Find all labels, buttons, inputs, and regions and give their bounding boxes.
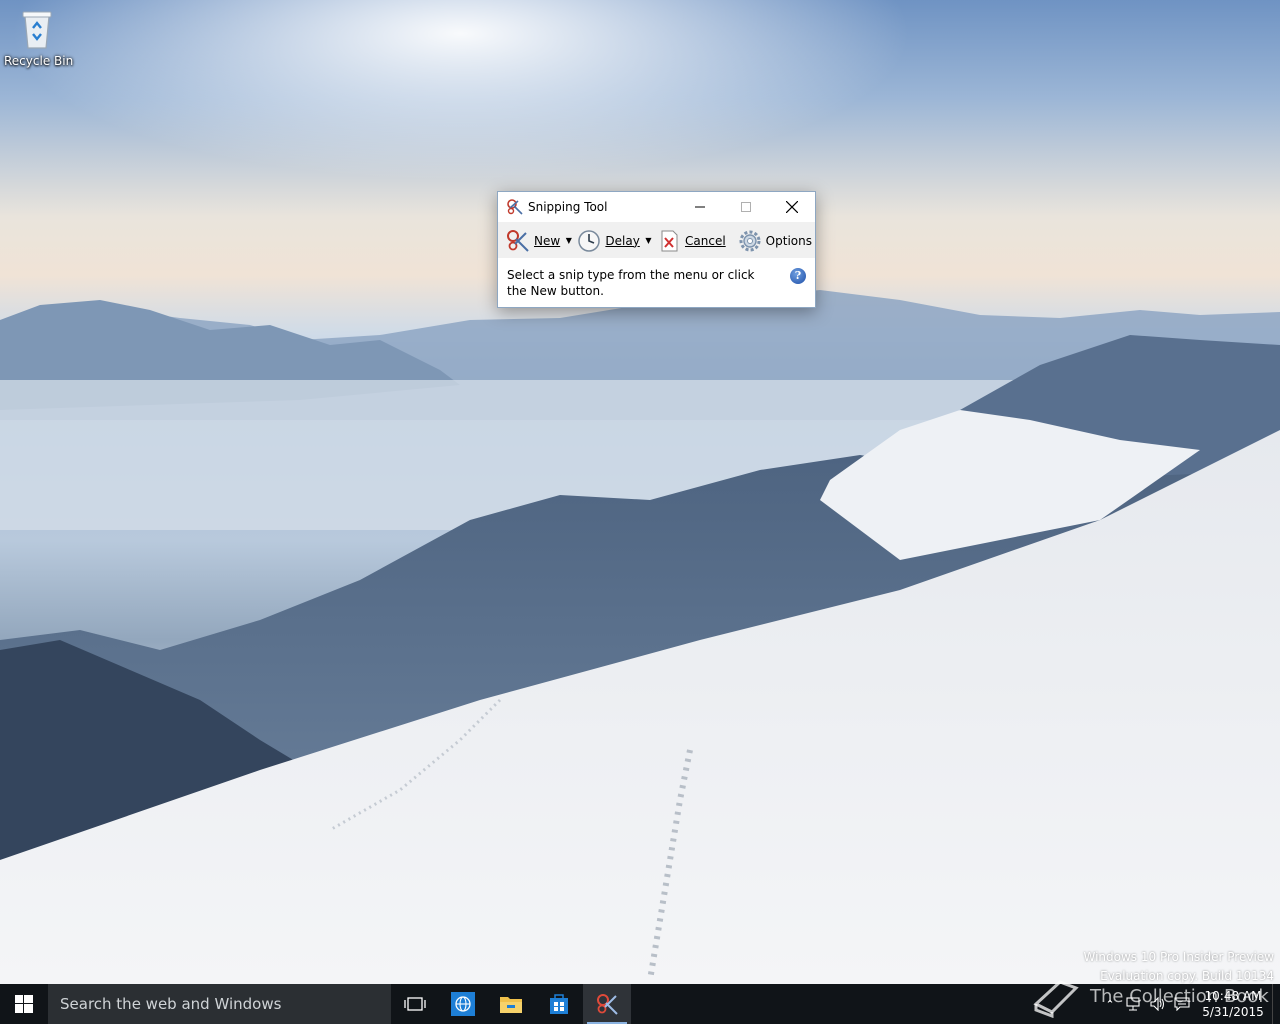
new-dropdown-button[interactable]: ▼ (563, 227, 574, 255)
taskbar: Search the web and Windows ⌃ 10:48 AM 5/… (0, 984, 1280, 1024)
gear-icon (738, 229, 762, 253)
delay-label: Delay (605, 233, 640, 248)
status-text: Select a snip type from the menu or clic… (507, 268, 755, 298)
title-bar[interactable]: Snipping Tool (498, 192, 815, 222)
desktop-icon-label: Recycle Bin (4, 54, 74, 68)
close-icon (786, 201, 798, 213)
system-tray: ⌃ 10:48 AM 5/31/2015 (1098, 984, 1280, 1024)
build-watermark: Windows 10 Pro Insider Preview Evaluatio… (1083, 948, 1274, 984)
new-label: New (534, 233, 561, 248)
store-icon (550, 994, 568, 1014)
show-desktop-button[interactable] (1272, 984, 1280, 1024)
new-button[interactable]: New (503, 227, 563, 255)
windows-logo-icon (15, 995, 33, 1013)
snipping-tool-window[interactable]: Snipping Tool New ▼ Delay ▼ Cancel Optio… (497, 191, 816, 308)
wallpaper (0, 0, 1280, 984)
cancel-icon (657, 229, 681, 253)
folder-icon (500, 997, 522, 1013)
maximize-icon (741, 202, 751, 212)
globe-icon (451, 992, 475, 1016)
maximize-button[interactable] (723, 192, 769, 222)
scissors-icon (506, 229, 530, 253)
status-message-area: Select a snip type from the menu or clic… (498, 258, 815, 299)
show-hidden-icons-button[interactable]: ⌃ (1098, 984, 1122, 1024)
taskbar-store[interactable] (535, 984, 583, 1024)
cancel-label: Cancel (685, 233, 726, 248)
taskbar-clock[interactable]: 10:48 AM 5/31/2015 (1194, 988, 1272, 1020)
action-center-button[interactable] (1170, 984, 1194, 1024)
snipping-tool-icon (506, 198, 524, 216)
watermark-line-2: Evaluation copy. Build 10134 (1100, 969, 1274, 983)
cancel-button[interactable]: Cancel (654, 227, 729, 255)
watermark-line-1: Windows 10 Pro Insider Preview (1083, 950, 1274, 964)
toolbar: New ▼ Delay ▼ Cancel Options (498, 222, 815, 258)
minimize-icon (695, 206, 705, 208)
desktop-icon-recycle-bin[interactable]: Recycle Bin (4, 8, 74, 68)
options-button[interactable]: Options (735, 227, 815, 255)
recycle-bin-icon (19, 8, 55, 50)
network-icon (1126, 997, 1140, 1011)
taskbar-file-explorer[interactable] (487, 984, 535, 1024)
desktop[interactable]: Recycle Bin Windows 10 Pro Insider Previ… (0, 0, 1280, 984)
clock-time: 10:48 AM (1204, 989, 1262, 1003)
notification-icon (1174, 997, 1190, 1011)
task-view-button[interactable] (391, 984, 439, 1024)
window-title: Snipping Tool (528, 200, 608, 214)
delay-button[interactable]: Delay (574, 227, 642, 255)
speaker-icon (1150, 997, 1165, 1011)
clock-icon (577, 229, 601, 253)
chevron-down-icon: ▼ (645, 236, 652, 245)
volume-button[interactable] (1146, 984, 1170, 1024)
task-view-icon (404, 997, 426, 1011)
clock-date: 5/31/2015 (1202, 1005, 1264, 1019)
chevron-up-icon: ⌃ (1105, 997, 1115, 1011)
close-button[interactable] (769, 192, 815, 222)
options-label: Options (765, 233, 812, 248)
start-button[interactable] (0, 984, 48, 1024)
snipping-tool-icon (597, 994, 618, 1015)
search-placeholder: Search the web and Windows (60, 995, 282, 1013)
chevron-down-icon: ▼ (565, 236, 572, 245)
delay-dropdown-button[interactable]: ▼ (643, 227, 654, 255)
search-box[interactable]: Search the web and Windows (48, 984, 391, 1024)
minimize-button[interactable] (677, 192, 723, 222)
help-icon[interactable]: ? (790, 268, 806, 284)
network-button[interactable] (1122, 984, 1146, 1024)
taskbar-edge[interactable] (439, 984, 487, 1024)
taskbar-snipping-tool[interactable] (583, 984, 631, 1024)
